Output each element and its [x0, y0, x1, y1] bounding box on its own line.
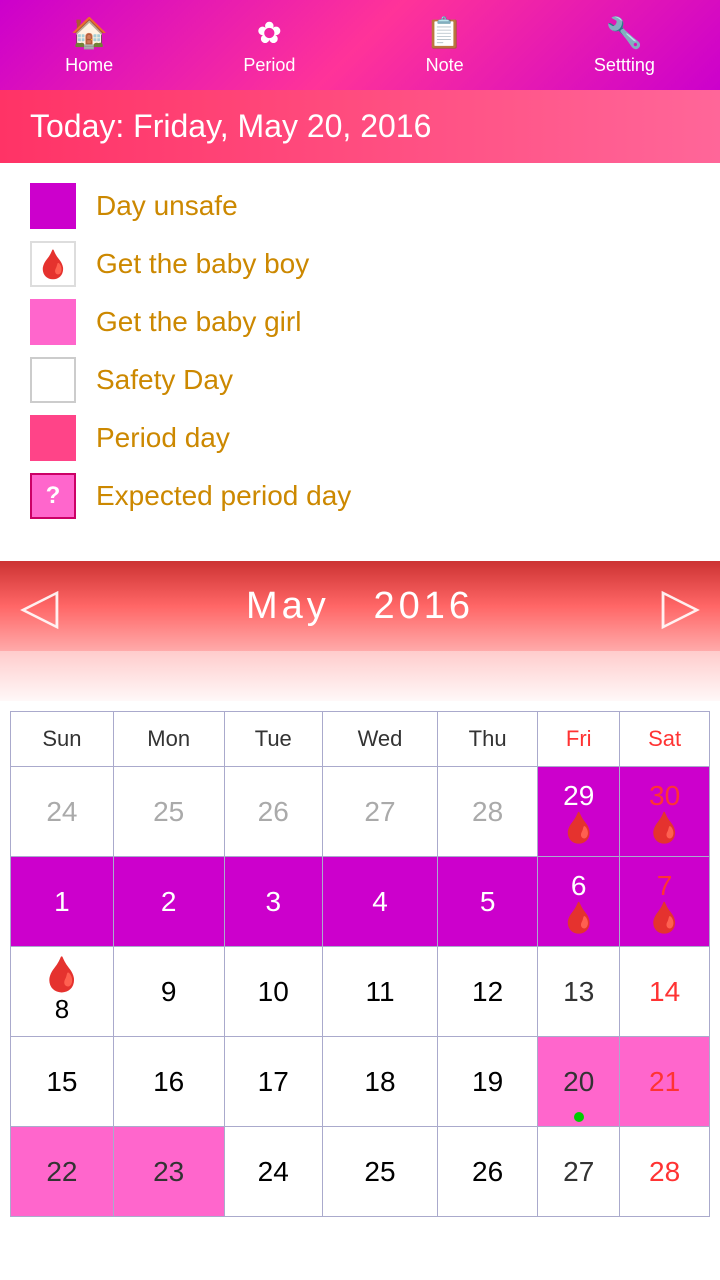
legend-color-baby-boy: 🩸	[30, 241, 76, 287]
table-row[interactable]: 24	[11, 767, 114, 857]
table-row[interactable]: 🩸 8	[11, 947, 114, 1037]
table-row[interactable]: 6 🩸	[538, 857, 620, 947]
nav-period[interactable]: ✿ Period	[243, 16, 295, 76]
table-row[interactable]: 9	[113, 947, 224, 1037]
nav-settings[interactable]: 🔧 Settting	[594, 16, 655, 76]
calendar-row: 24 25 26 27 28 29 🩸 30 🩸	[11, 767, 710, 857]
table-row[interactable]: 11	[322, 947, 437, 1037]
calendar-row: 1 2 3 4 5 6 🩸 7 🩸	[11, 857, 710, 947]
legend-color-period	[30, 415, 76, 461]
table-row[interactable]: 27	[538, 1127, 620, 1217]
nav-period-label: Period	[243, 55, 295, 76]
table-row[interactable]: 28	[620, 1127, 710, 1217]
calendar-month-year: May 2016	[246, 585, 474, 628]
nav-settings-label: Settting	[594, 55, 655, 76]
today-bar: Today: Friday, May 20, 2016	[0, 90, 720, 163]
table-row[interactable]: 1	[11, 857, 114, 947]
calendar-header: ◁ May 2016 ▷	[0, 561, 720, 651]
table-row[interactable]: 3	[224, 857, 322, 947]
table-row[interactable]: 28	[438, 767, 538, 857]
table-row[interactable]: 21	[620, 1037, 710, 1127]
header-fri: Fri	[538, 712, 620, 767]
header-thu: Thu	[438, 712, 538, 767]
nav-home[interactable]: 🏠 Home	[65, 16, 113, 76]
header-tue: Tue	[224, 712, 322, 767]
table-row[interactable]: 26	[224, 767, 322, 857]
table-row[interactable]: 23	[113, 1127, 224, 1217]
legend-color-baby-girl	[30, 299, 76, 345]
table-row[interactable]: 10	[224, 947, 322, 1037]
table-row[interactable]: 25	[322, 1127, 437, 1217]
table-row[interactable]: 4	[322, 857, 437, 947]
table-row[interactable]: 7 🩸	[620, 857, 710, 947]
calendar-row: 15 16 17 18 19 20 21	[11, 1037, 710, 1127]
table-row[interactable]: 14	[620, 947, 710, 1037]
calendar-band	[0, 651, 720, 701]
legend-item-baby-boy: 🩸 Get the baby boy	[30, 241, 690, 287]
table-row[interactable]: 13	[538, 947, 620, 1037]
period-icon: ✿	[257, 16, 282, 51]
next-month-button[interactable]: ▷	[662, 577, 700, 635]
table-row[interactable]: 20	[538, 1037, 620, 1127]
legend-label-expected: Expected period day	[96, 480, 351, 512]
header-sat: Sat	[620, 712, 710, 767]
legend-item-safety: Safety Day	[30, 357, 690, 403]
legend-item-unsafe: Day unsafe	[30, 183, 690, 229]
nav-home-label: Home	[65, 55, 113, 76]
home-icon: 🏠	[70, 16, 107, 51]
calendar-table: Sun Mon Tue Wed Thu Fri Sat 24 25 26 27 …	[10, 711, 710, 1217]
table-row[interactable]: 24	[224, 1127, 322, 1217]
table-row[interactable]: 12	[438, 947, 538, 1037]
legend-item-baby-girl: Get the baby girl	[30, 299, 690, 345]
calendar-row: 🩸 8 9 10 11 12 13 14	[11, 947, 710, 1037]
table-row[interactable]: 15	[11, 1037, 114, 1127]
legend-label-baby-girl: Get the baby girl	[96, 306, 301, 338]
legend-color-unsafe	[30, 183, 76, 229]
table-row[interactable]: 5	[438, 857, 538, 947]
calendar-header-row: Sun Mon Tue Wed Thu Fri Sat	[11, 712, 710, 767]
legend-label-safety: Safety Day	[96, 364, 233, 396]
table-row[interactable]: 30 🩸	[620, 767, 710, 857]
prev-month-button[interactable]: ◁	[20, 577, 58, 635]
legend-item-expected: ? Expected period day	[30, 473, 690, 519]
header-wed: Wed	[322, 712, 437, 767]
table-row[interactable]: 2	[113, 857, 224, 947]
legend-color-safety	[30, 357, 76, 403]
today-text: Today: Friday, May 20, 2016	[30, 108, 431, 144]
table-row[interactable]: 16	[113, 1037, 224, 1127]
legend: Day unsafe 🩸 Get the baby boy Get the ba…	[0, 163, 720, 561]
legend-label-baby-boy: Get the baby boy	[96, 248, 309, 280]
note-icon: 📋	[426, 16, 463, 51]
legend-item-period: Period day	[30, 415, 690, 461]
nav-note[interactable]: 📋 Note	[426, 16, 464, 76]
table-row[interactable]: 27	[322, 767, 437, 857]
legend-label-unsafe: Day unsafe	[96, 190, 238, 222]
calendar-wrap: Sun Mon Tue Wed Thu Fri Sat 24 25 26 27 …	[0, 701, 720, 1217]
header-sun: Sun	[11, 712, 114, 767]
table-row[interactable]: 29 🩸	[538, 767, 620, 857]
table-row[interactable]: 22	[11, 1127, 114, 1217]
table-row[interactable]: 19	[438, 1037, 538, 1127]
calendar-row: 22 23 24 25 26 27 28	[11, 1127, 710, 1217]
table-row[interactable]: 25	[113, 767, 224, 857]
table-row[interactable]: 26	[438, 1127, 538, 1217]
settings-icon: 🔧	[606, 16, 643, 51]
legend-color-expected: ?	[30, 473, 76, 519]
table-row[interactable]: 17	[224, 1037, 322, 1127]
table-row[interactable]: 18	[322, 1037, 437, 1127]
header-mon: Mon	[113, 712, 224, 767]
nav-note-label: Note	[426, 55, 464, 76]
top-navigation: 🏠 Home ✿ Period 📋 Note 🔧 Settting	[0, 0, 720, 90]
legend-label-period: Period day	[96, 422, 230, 454]
